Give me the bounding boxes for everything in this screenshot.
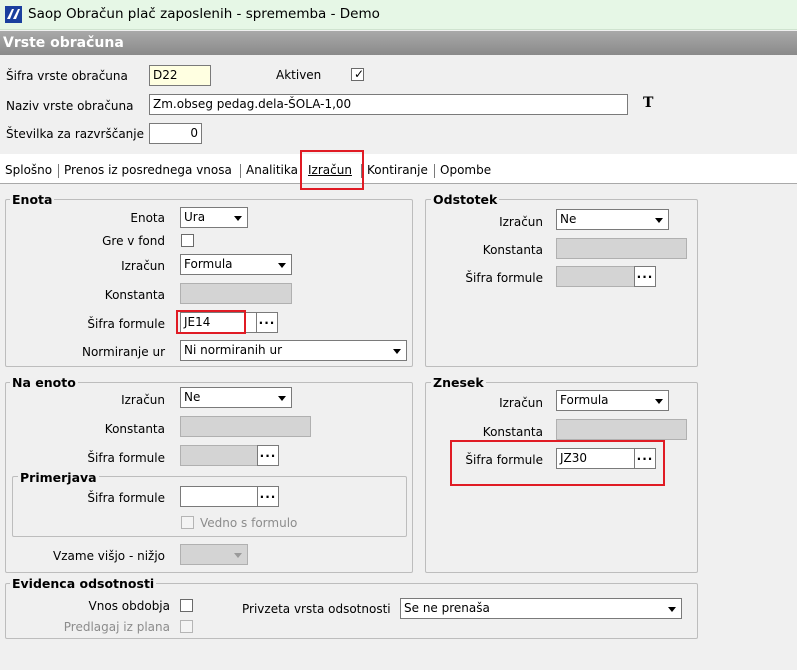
highlight-znesek-formula: [450, 440, 665, 486]
enota-select[interactable]: Ura: [180, 207, 248, 228]
odstotek-formula-browse-button[interactable]: ...: [634, 266, 656, 287]
primerjava-formula-browse-button[interactable]: ...: [257, 486, 279, 507]
chevron-down-icon[interactable]: [273, 255, 291, 274]
group-znesek-title: Znesek: [431, 375, 486, 390]
na-enoto-izracun-value: Ne: [184, 390, 201, 404]
chevron-down-icon[interactable]: [229, 208, 247, 227]
odstotek-sifra-formule-label: Šifra formule: [465, 271, 543, 285]
naziv-label: Naziv vrste obračuna: [6, 99, 134, 113]
privzeta-select[interactable]: Se ne prenaša: [400, 598, 682, 619]
vedno-label: Vedno s formulo: [200, 516, 298, 530]
enota-sifra-formule-label: Šifra formule: [87, 317, 165, 331]
normiranje-label: Normiranje ur: [81, 345, 165, 359]
aktiven-checkbox[interactable]: ✓: [351, 67, 365, 81]
enota-izracun-label: Izračun: [121, 259, 165, 273]
na-enoto-izracun-select[interactable]: Ne: [180, 387, 292, 408]
na-enoto-sifra-formule-label: Šifra formule: [87, 451, 165, 465]
enota-izracun-select[interactable]: Formula: [180, 254, 292, 275]
group-na-enoto-title: Na enoto: [10, 375, 78, 390]
group-odstotek-title: Odstotek: [431, 192, 500, 207]
sifra-label: Šifra vrste obračuna: [6, 69, 128, 83]
odstotek-izracun-value: Ne: [560, 212, 577, 226]
znesek-izracun-select[interactable]: Formula: [556, 390, 669, 411]
chevron-down-icon[interactable]: [650, 210, 668, 229]
odstotek-sifra-formule-input: [556, 266, 635, 287]
na-enoto-formula-browse-button[interactable]: ...: [257, 445, 279, 466]
odstotek-konstanta-input: [556, 238, 687, 259]
enota-formula-browse-button[interactable]: ...: [256, 312, 278, 333]
enota-select-value: Ura: [184, 210, 206, 224]
gre-v-fond-checkbox[interactable]: [181, 234, 194, 247]
window-titlebar: Saop Obračun plač zaposlenih - sprememba…: [0, 0, 797, 30]
privzeta-label: Privzeta vrsta odsotnosti: [242, 602, 391, 616]
highlight-enota-formula: [176, 310, 246, 334]
enota-izracun-value: Formula: [184, 257, 233, 271]
chevron-down-icon: [229, 545, 247, 564]
group-primerjava-title: Primerjava: [18, 470, 99, 485]
primerjava-sifra-formule-label: Šifra formule: [87, 491, 165, 505]
normiranje-value: Ni normiranih ur: [184, 343, 283, 357]
predlagaj-checkbox: [180, 620, 193, 633]
chevron-down-icon[interactable]: [663, 599, 681, 618]
vnos-obdobja-label: Vnos obdobja: [88, 599, 170, 613]
tab-prenos[interactable]: Prenos iz posrednega vnosa: [64, 163, 232, 177]
aktiven-label: Aktiven: [276, 68, 322, 82]
app-icon: [5, 6, 22, 23]
window-title: Saop Obračun plač zaposlenih - sprememba…: [28, 6, 380, 22]
privzeta-value: Se ne prenaša: [404, 601, 490, 615]
chevron-down-icon[interactable]: [273, 388, 291, 407]
odstotek-izracun-select[interactable]: Ne: [556, 209, 669, 230]
na-enoto-konstanta-input: [180, 416, 311, 437]
primerjava-sifra-formule-input[interactable]: [180, 486, 258, 507]
tab-splosno[interactable]: Splošno: [5, 163, 52, 177]
font-icon[interactable]: T: [643, 95, 653, 111]
tab-opombe[interactable]: Opombe: [440, 163, 491, 177]
tab-separator: [240, 164, 241, 178]
predlagaj-label: Predlagaj iz plana: [63, 620, 170, 634]
znesek-izracun-label: Izračun: [499, 396, 543, 410]
enota-konstanta-label: Konstanta: [104, 288, 165, 302]
na-enoto-sifra-formule-input: [180, 445, 258, 466]
check-mark-icon: ✓: [354, 67, 365, 81]
chevron-down-icon[interactable]: [650, 391, 668, 410]
znesek-konstanta-input: [556, 419, 687, 440]
enota-konstanta-input: [180, 283, 292, 304]
normiranje-select[interactable]: Ni normiranih ur: [180, 340, 407, 361]
group-enota-title: Enota: [10, 192, 55, 207]
tab-separator: [58, 164, 59, 178]
vzame-label: Vzame višjo - nižjo: [53, 549, 165, 563]
znesek-konstanta-label: Konstanta: [482, 425, 543, 439]
vnos-obdobja-checkbox[interactable]: [180, 599, 193, 612]
tab-kontiranje[interactable]: Kontiranje: [367, 163, 428, 177]
stevilka-label: Številka za razvrščanje: [6, 127, 144, 141]
na-enoto-konstanta-label: Konstanta: [104, 422, 165, 436]
vedno-checkbox: [181, 516, 194, 529]
vzame-select: [180, 544, 248, 565]
znesek-izracun-value: Formula: [560, 393, 609, 407]
tab-analitika[interactable]: Analitika: [246, 163, 298, 177]
odstotek-konstanta-label: Konstanta: [482, 243, 543, 257]
group-evidenca-title: Evidenca odsotnosti: [10, 576, 157, 591]
enota-label: Enota: [130, 211, 165, 225]
chevron-down-icon[interactable]: [388, 341, 406, 360]
na-enoto-izracun-label: Izračun: [121, 393, 165, 407]
section-title: Vrste obračuna: [0, 31, 797, 55]
naziv-input[interactable]: Zm.obseg pedag.dela-ŠOLA-1,00: [149, 94, 628, 115]
highlight-tab-izracun: [300, 150, 364, 190]
sifra-input[interactable]: D22: [149, 65, 211, 86]
stevilka-input[interactable]: 0: [149, 123, 202, 144]
odstotek-izracun-label: Izračun: [499, 215, 543, 229]
tab-separator: [434, 164, 435, 178]
tab-bar: Splošno Prenos iz posrednega vnosa Anali…: [0, 154, 797, 184]
gre-v-fond-label: Gre v fond: [102, 234, 165, 248]
